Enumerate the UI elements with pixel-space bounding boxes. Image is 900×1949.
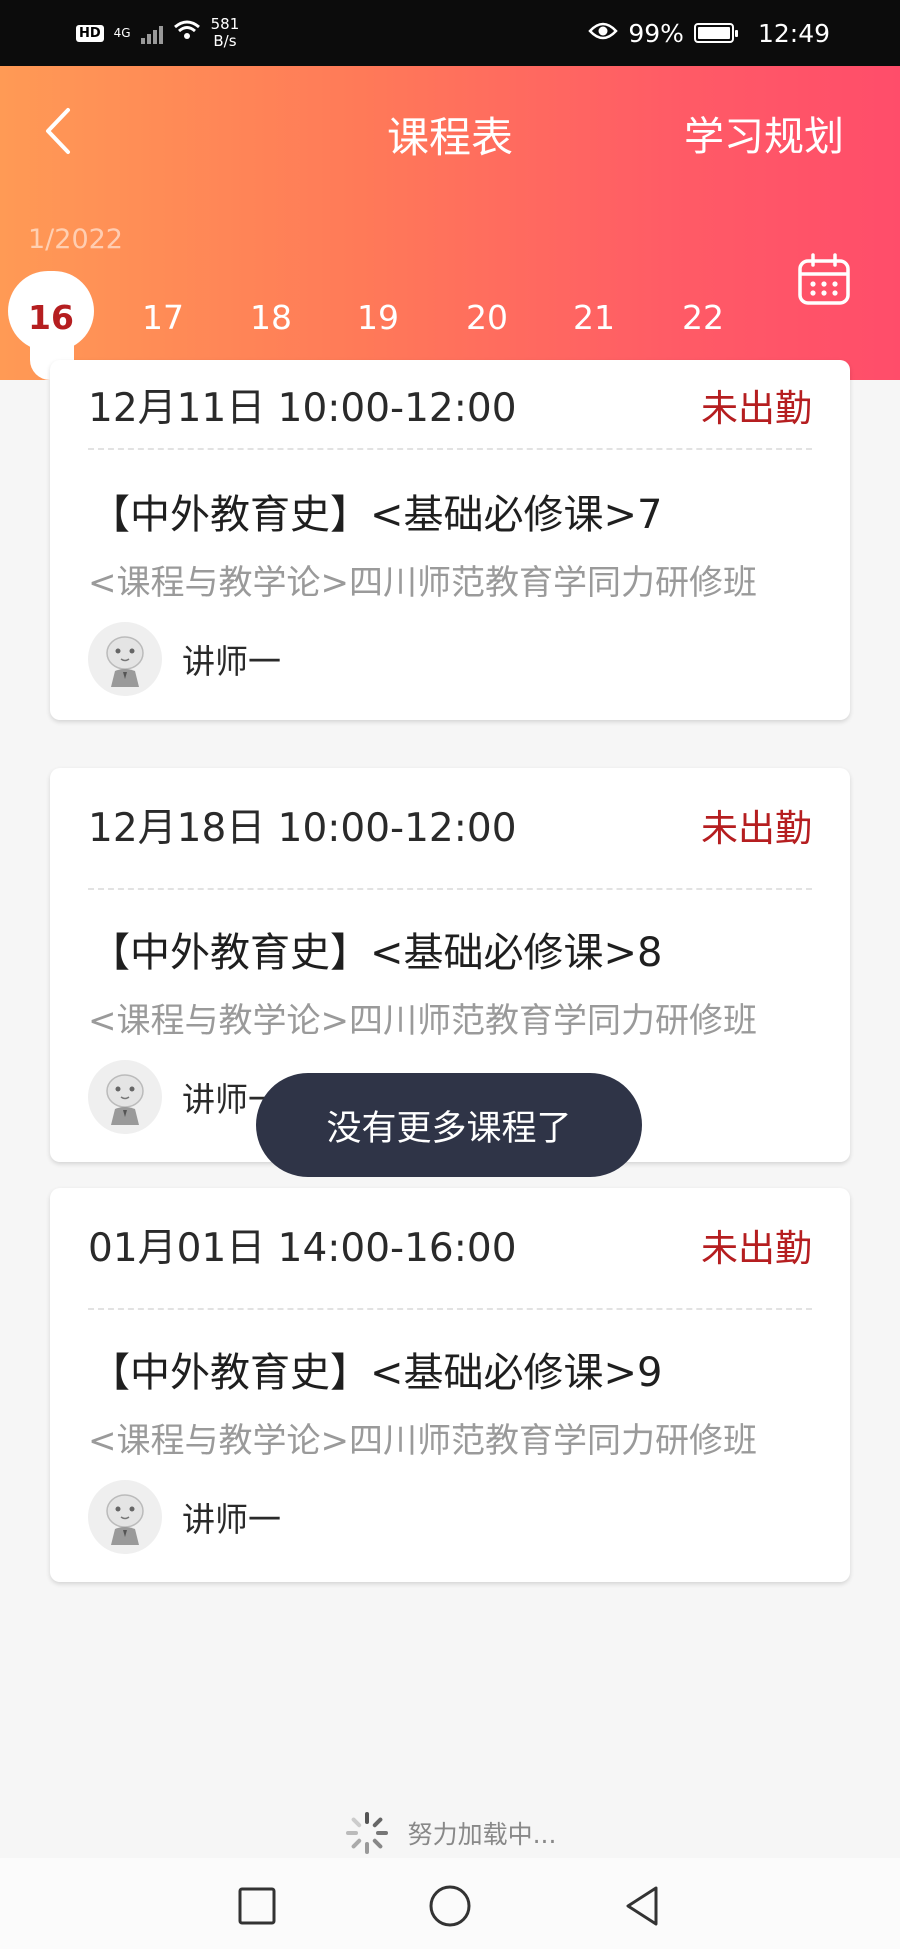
tiger-avatar-icon (88, 622, 162, 696)
header: 课程表 学习规划 1/2022 16 17 18 19 20 21 22 (0, 66, 900, 380)
card-header: 12月11日 10:00-12:00 未出勤 (88, 370, 812, 440)
month-label: 1/2022 (28, 224, 123, 255)
teacher-info: 讲师一 (88, 1060, 281, 1134)
card-divider (88, 448, 812, 450)
teacher-name: 讲师一 (182, 1500, 281, 1539)
attendance-status: 未出勤 (701, 1227, 812, 1270)
battery-percent: 99% (628, 18, 684, 48)
day-item-16[interactable]: 16 (8, 269, 94, 365)
clock: 12:49 (757, 18, 830, 48)
course-subtitle: <课程与教学论>四川师范教育学同力研修班 (88, 563, 757, 603)
day-item-17[interactable]: 17 (120, 269, 206, 365)
hd-badge: HD (76, 24, 104, 42)
system-back-button[interactable] (612, 1876, 672, 1936)
course-title: 【中外教育史】<基础必修课>7 (90, 492, 663, 538)
calendar-icon (798, 253, 850, 305)
battery-fill (697, 27, 730, 39)
day-item-20[interactable]: 20 (444, 269, 530, 365)
course-card[interactable]: 12月11日 10:00-12:00 未出勤 【中外教育史】<基础必修课>7 <… (50, 360, 850, 720)
status-right: 99% 12:49 (588, 19, 830, 48)
day-item-22[interactable]: 22 (660, 269, 746, 365)
day-item-21[interactable]: 21 (551, 269, 637, 365)
square-icon (238, 1887, 276, 1925)
course-subtitle: <课程与教学论>四川师范教育学同力研修班 (88, 1001, 757, 1041)
status-left: HD 4G 581 B/s (76, 16, 239, 50)
loading-indicator: 努力加载中... (0, 1810, 900, 1856)
wifi-icon (173, 19, 201, 47)
battery-icon (693, 23, 738, 43)
net-speed-value: 581 (210, 15, 240, 33)
home-button[interactable] (420, 1876, 480, 1936)
course-time: 01月01日 14:00-16:00 (88, 1226, 517, 1271)
teacher-info: 讲师一 (88, 1480, 281, 1554)
net-speed-unit: B/s (213, 32, 237, 50)
course-title: 【中外教育史】<基础必修课>9 (90, 1350, 663, 1396)
card-header: 12月18日 10:00-12:00 未出勤 (88, 790, 812, 860)
circle-icon (429, 1885, 471, 1927)
course-time: 12月11日 10:00-12:00 (88, 386, 517, 431)
network-type: 4G (113, 26, 131, 40)
recent-apps-button[interactable] (227, 1876, 287, 1936)
attendance-status: 未出勤 (701, 387, 812, 430)
net-speed: 581 B/s (211, 16, 240, 50)
toast-message: 没有更多课程了 (256, 1073, 642, 1177)
day-item-19[interactable]: 19 (335, 269, 421, 365)
course-time: 12月18日 10:00-12:00 (88, 806, 517, 851)
day-item-18[interactable]: 18 (228, 269, 314, 365)
tiger-avatar-icon (88, 1060, 162, 1134)
card-divider (88, 1308, 812, 1310)
calendar-button[interactable] (796, 252, 852, 308)
day-strip: 16 17 18 19 20 21 22 (0, 269, 780, 365)
spinner-icon (345, 1812, 388, 1854)
status-bar: HD 4G 581 B/s 99% 12:49 (0, 0, 900, 66)
teacher-info: 讲师一 (88, 622, 281, 696)
course-subtitle: <课程与教学论>四川师范教育学同力研修班 (88, 1421, 757, 1461)
eye-comfort-icon (588, 19, 619, 47)
system-nav-bar (0, 1858, 900, 1949)
loading-text: 努力加载中... (407, 1820, 557, 1849)
study-plan-button[interactable]: 学习规划 (684, 104, 844, 162)
teacher-name: 讲师一 (182, 642, 281, 681)
tiger-avatar-icon (88, 1480, 162, 1554)
triangle-back-icon (626, 1886, 658, 1926)
attendance-status: 未出勤 (701, 807, 812, 850)
card-divider (88, 888, 812, 890)
card-header: 01月01日 14:00-16:00 未出勤 (88, 1210, 812, 1280)
course-title: 【中外教育史】<基础必修课>8 (90, 930, 663, 976)
signal-icon (140, 22, 163, 44)
course-card[interactable]: 01月01日 14:00-16:00 未出勤 【中外教育史】<基础必修课>9 <… (50, 1188, 850, 1582)
